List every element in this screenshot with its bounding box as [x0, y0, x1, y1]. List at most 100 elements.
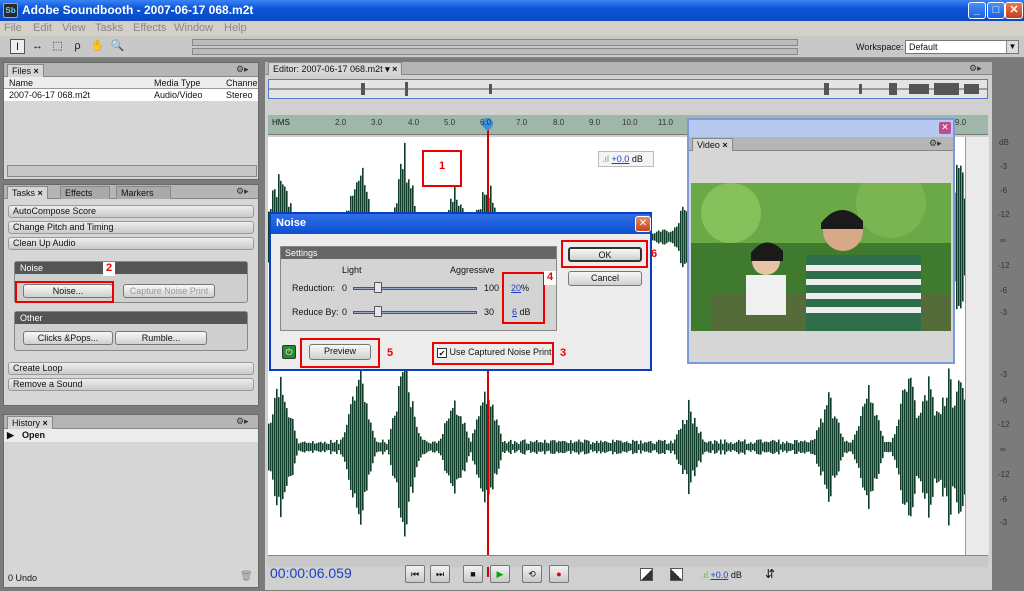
files-scrollbar[interactable]	[7, 165, 257, 177]
panel-menu-icon[interactable]: ⚙▸	[236, 64, 254, 75]
tick-label: 2.0	[335, 118, 347, 127]
task-change-pitch[interactable]: Change Pitch and Timing	[8, 221, 254, 234]
col-media-type[interactable]: Media Type	[154, 78, 200, 88]
tab-effects[interactable]: Effects	[60, 186, 110, 199]
close-button[interactable]: ✕	[1005, 2, 1023, 19]
maximize-button[interactable]: □	[987, 2, 1005, 19]
progress-bar-bottom	[192, 48, 798, 55]
menu-bar: File Edit View Tasks Effects Window Help	[0, 21, 1024, 36]
zoom-level-icon[interactable]: ⇵	[765, 567, 775, 581]
overview-waveform	[269, 82, 987, 96]
lasso-tool-icon[interactable]: ρ	[70, 39, 85, 54]
close-icon[interactable]: ×	[722, 140, 727, 150]
annotation-label-2: 2	[103, 262, 115, 276]
task-clean-up-audio[interactable]: Clean Up Audio	[8, 237, 254, 250]
tick-label: 11.0	[658, 118, 673, 127]
marquee-tool-icon[interactable]: ⬚	[50, 39, 65, 54]
overview-bar[interactable]	[268, 79, 988, 99]
list-item[interactable]: ▶ Open	[4, 429, 258, 442]
col-name[interactable]: Name	[9, 78, 33, 88]
db-label: -6	[1000, 286, 1008, 295]
fade-in-icon[interactable]	[640, 568, 653, 581]
task-autocompose[interactable]: AutoCompose Score	[8, 205, 254, 218]
panel-menu-icon[interactable]: ⚙▸	[236, 416, 254, 427]
record-button[interactable]: ●	[549, 565, 569, 583]
tick-label: 9.0	[589, 118, 601, 127]
close-icon[interactable]: ✕	[635, 216, 651, 232]
power-icon[interactable]: ⏻	[282, 345, 296, 359]
undo-count: 0 Undo	[8, 573, 38, 583]
timecode[interactable]: 00:00:06.059	[270, 565, 352, 581]
horizontal-scrollbar[interactable]	[268, 555, 988, 567]
panel-menu-icon[interactable]: ⚙▸	[929, 138, 947, 149]
hand-tool-icon[interactable]: ✋	[90, 39, 105, 54]
task-create-loop[interactable]: Create Loop	[8, 362, 254, 375]
tasks-panel-header: Tasks × Effects Markers ⚙▸	[4, 185, 258, 199]
reduce-by-slider-thumb[interactable]	[373, 306, 382, 317]
go-to-end-button[interactable]: ⏭	[430, 565, 450, 583]
panel-menu-icon[interactable]: ⚙▸	[236, 186, 254, 197]
minimize-button[interactable]: _	[968, 2, 986, 19]
gain-value[interactable]: +0.0	[612, 154, 630, 164]
stop-button[interactable]: ■	[463, 565, 483, 583]
clicks-pops-button[interactable]: Clicks &Pops...	[23, 331, 113, 345]
close-icon[interactable]: ▾ ×	[385, 64, 397, 74]
tab-history[interactable]: History ×	[7, 416, 53, 429]
close-icon[interactable]: ×	[34, 66, 39, 76]
menu-view[interactable]: View	[62, 22, 86, 34]
history-panel-header: History × ⚙▸	[4, 415, 258, 429]
tab-files[interactable]: Files ×	[7, 64, 44, 77]
gain-control[interactable]: .ıl +0.0 dB	[598, 151, 654, 167]
reduction-slider[interactable]	[353, 287, 477, 290]
annotation-box-5	[300, 338, 380, 368]
task-remove-sound[interactable]: Remove a Sound	[8, 378, 254, 391]
video-frame[interactable]	[691, 183, 951, 331]
tab-tasks[interactable]: Tasks ×	[7, 186, 48, 199]
bottom-gain-control[interactable]: .ıl +0.0 dB	[701, 570, 742, 580]
reduction-slider-thumb[interactable]	[373, 282, 382, 293]
chevron-down-icon[interactable]: ▼	[1006, 41, 1018, 53]
resize-tool-icon[interactable]: ↔	[30, 39, 45, 54]
files-panel-header: Files × ⚙▸	[4, 63, 258, 77]
loop-button[interactable]: ⟲	[522, 565, 542, 583]
workspace-select[interactable]: Default ▼	[905, 40, 1019, 54]
close-icon[interactable]: ✕	[939, 122, 951, 134]
close-icon[interactable]: ×	[43, 418, 48, 428]
trash-icon[interactable]: 🗑	[240, 571, 253, 582]
video-panel-header: Video × ⚙▸	[689, 137, 953, 151]
menu-edit[interactable]: Edit	[33, 22, 52, 34]
reduction-min: 0	[342, 283, 348, 293]
file-media-type: Audio/Video	[154, 90, 203, 100]
zoom-tool-icon[interactable]: 🔍	[110, 39, 125, 54]
play-button[interactable]: ▶	[490, 565, 510, 583]
panel-menu-icon[interactable]: ⚙▸	[969, 63, 987, 74]
video-panel: ✕ Video × ⚙▸	[687, 118, 955, 364]
tab-files-label: Files	[12, 66, 32, 76]
menu-effects[interactable]: Effects	[133, 22, 166, 34]
db-label: -12	[998, 420, 1010, 429]
menu-window[interactable]: Window	[174, 22, 213, 34]
bottom-gain-value[interactable]: +0.0	[711, 570, 729, 580]
tick-label: 3.0	[371, 118, 383, 127]
table-row[interactable]: 2007-06-17 068.m2t Audio/Video Stereo	[4, 89, 258, 101]
settings-label: Settings	[281, 247, 556, 259]
reduce-by-label: Reduce By:	[292, 307, 339, 317]
menu-file[interactable]: File	[4, 22, 22, 34]
history-arrow-icon: ▶	[7, 430, 14, 440]
capture-noise-print-button[interactable]: Capture Noise Print	[123, 284, 215, 298]
rumble-button[interactable]: Rumble...	[115, 331, 207, 345]
tab-markers[interactable]: Markers	[116, 186, 171, 199]
tab-editor[interactable]: Editor: 2007-06-17 068.m2t ▾ ×	[268, 62, 403, 75]
close-icon[interactable]: ×	[38, 188, 43, 198]
go-to-start-button[interactable]: ⏮	[405, 565, 425, 583]
editor-panel-header: Editor: 2007-06-17 068.m2t ▾ × ⚙▸	[265, 62, 992, 75]
reduce-by-slider[interactable]	[353, 311, 477, 314]
menu-tasks[interactable]: Tasks	[95, 22, 123, 34]
col-channels[interactable]: Channe	[226, 78, 258, 88]
cancel-button[interactable]: Cancel	[568, 271, 642, 286]
fade-out-icon[interactable]	[670, 568, 683, 581]
tab-video[interactable]: Video ×	[692, 138, 733, 151]
db-label: ∞	[1000, 236, 1006, 245]
time-selection-tool-icon[interactable]: I	[10, 39, 25, 54]
menu-help[interactable]: Help	[224, 22, 247, 34]
